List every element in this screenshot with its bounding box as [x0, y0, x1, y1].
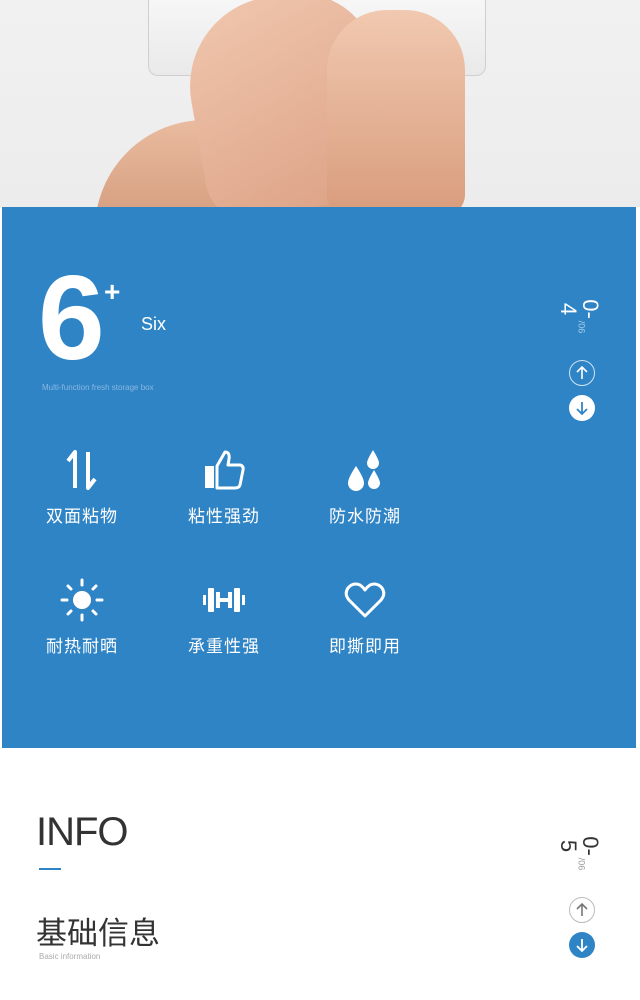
info-title: INFO — [36, 810, 129, 854]
feature-label: 防水防潮 — [329, 507, 401, 527]
arrow-down-icon — [576, 939, 588, 952]
prev-button[interactable] — [569, 897, 595, 923]
feature-double-sided: 双面粘物 — [32, 448, 132, 527]
water-drops-icon — [348, 450, 380, 491]
page-indicator-current: 0-5 — [556, 836, 603, 856]
thumbs-up-icon — [205, 450, 245, 490]
next-button[interactable] — [569, 395, 595, 421]
heart-icon — [344, 582, 386, 618]
page-indicator-total: /06 — [576, 320, 587, 334]
feature-label: 粘性强劲 — [188, 507, 260, 527]
feature-load-bearing: 承重性强 — [174, 578, 274, 657]
feature-label: 耐热耐晒 — [46, 637, 118, 657]
hero-word: Six — [141, 314, 167, 334]
sun-icon — [60, 578, 104, 622]
info-cn-title: 基础信息 — [36, 916, 160, 952]
arrow-up-icon — [576, 903, 588, 916]
feature-label: 承重性强 — [188, 637, 260, 657]
hero-number: 6 — [38, 251, 105, 385]
arrow-up-icon — [576, 366, 588, 379]
arrows-up-down-icon — [66, 450, 97, 490]
page-indicator-total: /06 — [576, 857, 587, 871]
arrow-down-icon — [576, 402, 588, 415]
dumbbell-icon — [203, 588, 245, 612]
hero-superscript: + — [104, 276, 121, 307]
feature-label: 双面粘物 — [46, 507, 118, 527]
product-photo — [0, 0, 640, 207]
page-indicator-current: 0-4 — [556, 299, 603, 319]
feature-tear-and-use: 即撕即用 — [315, 578, 415, 657]
next-button[interactable] — [569, 932, 595, 958]
feature-strong-adhesion: 粘性强劲 — [174, 448, 274, 527]
title-underline — [39, 868, 61, 870]
prev-button[interactable] — [569, 360, 595, 386]
feature-label: 即撕即用 — [329, 637, 401, 657]
hero-subtitle: Multi-function fresh storage box — [42, 383, 154, 392]
hand-finger-image — [327, 10, 465, 207]
feature-waterproof: 防水防潮 — [315, 448, 415, 527]
feature-heat-resistant: 耐热耐晒 — [32, 578, 132, 657]
info-cn-subtitle: Basic information — [39, 952, 101, 961]
